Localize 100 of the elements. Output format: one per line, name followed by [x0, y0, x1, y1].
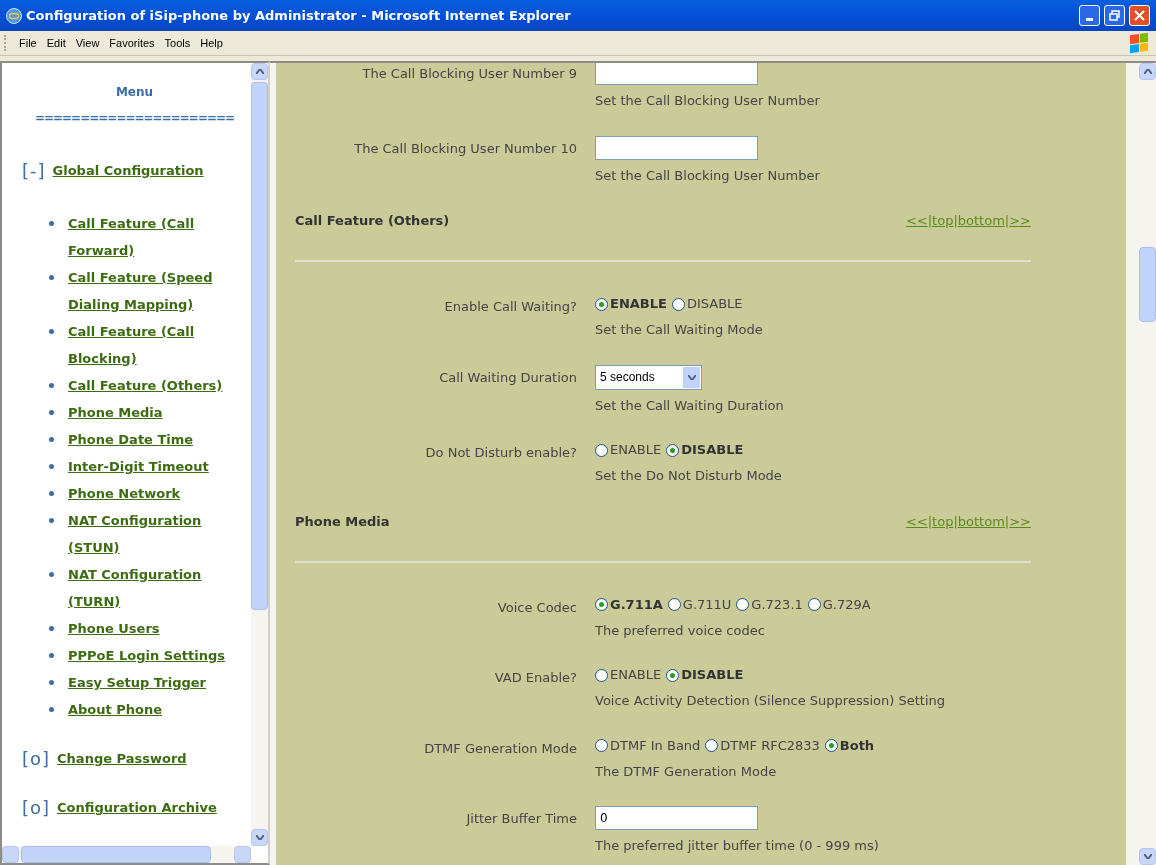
menu-link[interactable]: Change Password [57, 748, 187, 769]
menu-link[interactable]: Easy Setup Trigger [68, 669, 240, 696]
radio-button[interactable] [666, 668, 680, 682]
help-text: Set the Call Waiting Mode [595, 321, 763, 339]
bullet-icon [49, 437, 54, 442]
menu-link[interactable]: Call Feature (Speed Dialing Mapping) [68, 264, 240, 318]
restore-button[interactable] [1104, 5, 1125, 26]
bullet-icon [49, 491, 54, 496]
radio-label[interactable]: Both [839, 735, 875, 756]
menu-item[interactable]: Tools [159, 34, 196, 52]
bullet-icon [49, 653, 54, 658]
radio-label[interactable]: DISABLE [686, 294, 743, 314]
radio-button[interactable] [595, 443, 608, 457]
help-text: Set the Call Blocking User Number [595, 166, 820, 185]
menu-link[interactable]: Phone Users [68, 615, 240, 642]
field-label: DTMF Generation Mode [424, 740, 577, 756]
scroll-thumb[interactable] [251, 82, 268, 610]
radio-button[interactable] [671, 297, 685, 311]
expand-marker[interactable]: [-] [22, 157, 46, 184]
help-text: The preferred voice codec [595, 621, 766, 640]
radio-button[interactable] [824, 739, 838, 752]
menu-link[interactable]: NAT Configuration (STUN) [68, 507, 240, 561]
field-label: The Call Blocking User Number 10 [354, 140, 577, 156]
menu-item[interactable]: Help [195, 34, 228, 52]
radio-button[interactable] [705, 739, 719, 752]
menu-item[interactable]: View [70, 34, 105, 52]
expand-marker[interactable]: [o] [22, 745, 51, 772]
browser-icon [6, 7, 22, 24]
radio-label[interactable]: DTMF RFC2833 [720, 735, 820, 756]
bullet-icon [49, 410, 54, 415]
radio-label[interactable]: G.723.1 [751, 594, 803, 615]
radio-button[interactable] [666, 443, 680, 457]
section-title: Phone Media [295, 512, 390, 531]
radio-button[interactable] [736, 598, 750, 611]
radio-label[interactable]: DISABLE [681, 665, 744, 685]
radio-label[interactable]: ENABLE [610, 665, 662, 685]
menu-link[interactable]: Inter-Digit Timeout [68, 453, 240, 480]
input-field[interactable] [595, 63, 758, 85]
bullet-icon [49, 383, 54, 388]
menu-link[interactable]: Phone Date Time [68, 426, 240, 453]
horizontal-scrollbar[interactable] [2, 846, 251, 863]
field-label: Call Waiting Duration [439, 369, 577, 385]
bullet-icon [49, 680, 54, 685]
radio-button[interactable] [595, 739, 608, 752]
separator: | [927, 212, 933, 231]
help-text: The preferred jitter buffer time (0 - 999 ms) [595, 837, 879, 855]
close-button[interactable] [1129, 5, 1150, 26]
menu-item[interactable]: File [14, 34, 42, 52]
expand-marker[interactable]: [o] [22, 794, 51, 821]
menu-item[interactable]: Edit [41, 34, 71, 52]
scrollbar[interactable] [1139, 63, 1156, 865]
menu-link[interactable]: NAT Configuration (TURN) [68, 561, 240, 615]
radio-button[interactable] [595, 297, 608, 311]
bullet-icon [49, 707, 54, 712]
menu-link[interactable]: Configuration Archive [57, 797, 217, 818]
dropdown[interactable]: 5 seconds [595, 364, 702, 390]
bullet-icon [49, 626, 54, 631]
radio-label[interactable]: G.711A [610, 594, 663, 615]
menu-link[interactable]: About Phone [68, 696, 240, 723]
field-label: Voice Codec [497, 599, 577, 615]
scroll-thumb[interactable] [1139, 247, 1156, 322]
minimize-button[interactable] [1079, 5, 1100, 26]
radio-button[interactable] [807, 598, 821, 611]
radio-button[interactable] [595, 598, 608, 611]
menu-item[interactable]: Favorites [104, 34, 160, 52]
radio-button[interactable] [667, 598, 681, 611]
field-label: VAD Enable? [494, 670, 577, 685]
menu-link[interactable]: Phone Media [68, 399, 240, 426]
menu-link[interactable]: Call Feature (Call Blocking) [68, 318, 240, 372]
radio-label[interactable]: DTMF In Band [610, 735, 701, 756]
restore-icon [1109, 10, 1120, 21]
bullet-icon [49, 572, 54, 577]
menu-link[interactable]: PPPoE Login Settings [68, 642, 240, 669]
bullet-icon [49, 221, 54, 226]
bullet-icon [49, 329, 54, 334]
radio-button[interactable] [595, 668, 608, 682]
separator: | [1004, 212, 1010, 231]
windows-logo-icon [1130, 32, 1148, 54]
bullet-icon [49, 275, 54, 280]
input-field[interactable]: 0 [595, 806, 758, 830]
close-icon [1134, 10, 1145, 21]
radio-label[interactable]: ENABLE [610, 440, 662, 460]
scrollbar[interactable] [251, 63, 268, 846]
field-label: Enable Call Waiting? [444, 299, 577, 314]
radio-label[interactable]: G.711U [682, 594, 732, 615]
separator: | [1004, 512, 1010, 531]
menu-link[interactable]: Phone Network [68, 480, 240, 507]
bullet-icon [49, 518, 54, 523]
help-text: Set the Do Not Disturb Mode [595, 467, 782, 485]
menu-link[interactable]: Global Configuration [52, 160, 204, 181]
menu-link[interactable]: Call Feature (Call Forward) [68, 210, 240, 264]
help-text: The DTMF Generation Mode [595, 762, 778, 781]
radio-label[interactable]: DISABLE [681, 440, 744, 460]
radio-label[interactable]: ENABLE [610, 294, 667, 314]
bullet-icon [49, 464, 54, 469]
window-title: Configuration of iSip-phone by Administrator - Microsoft Internet Explorer [26, 6, 572, 25]
menu-link[interactable]: Call Feature (Others) [68, 372, 240, 399]
input-field[interactable] [595, 135, 758, 160]
separator: | [927, 512, 933, 531]
radio-label[interactable]: G.729A [822, 594, 871, 615]
